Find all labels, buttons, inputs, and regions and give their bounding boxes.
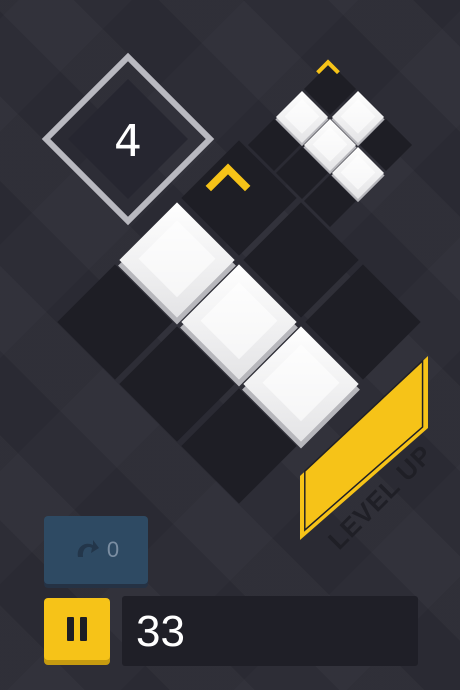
undo-count: 0 [106,537,120,562]
level-number: 4 [114,116,142,167]
pause-icon [64,617,90,641]
moves-counter: 33 [136,607,185,656]
pause-button[interactable] [44,598,110,660]
undo-button[interactable]: 0 [44,516,148,584]
undo-arrow-icon [77,540,99,557]
